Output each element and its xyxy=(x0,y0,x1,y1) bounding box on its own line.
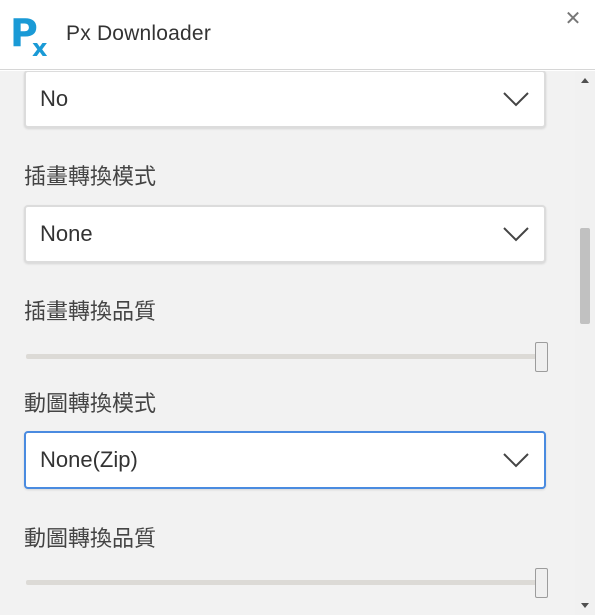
vertical-scrollbar[interactable] xyxy=(575,71,595,615)
svg-text:x: x xyxy=(32,34,48,58)
scroll-thumb[interactable] xyxy=(580,228,590,324)
slider-track xyxy=(26,580,540,585)
illust-mode-value: None xyxy=(40,221,93,246)
illust-mode-label: 插畫轉換模式 xyxy=(24,165,157,190)
top-select-value: No xyxy=(40,86,69,111)
scroll-up-arrow-icon[interactable] xyxy=(575,71,595,91)
chevron-down-icon xyxy=(503,453,529,468)
ugoira-mode-value: None(Zip) xyxy=(40,447,138,472)
illust-mode-select[interactable]: None xyxy=(24,205,546,263)
settings-panel: No 插畫轉換模式 None 插畫轉換品質 動圖轉換模式 None(Zip) 動… xyxy=(0,71,575,615)
chevron-down-icon xyxy=(503,92,529,107)
top-select[interactable]: No xyxy=(24,71,546,128)
app-title: Px Downloader xyxy=(66,22,212,45)
ugoira-mode-select[interactable]: None(Zip) xyxy=(24,431,546,489)
ugoira-quality-label: 動圖轉換品質 xyxy=(24,527,157,552)
illust-quality-label: 插畫轉換品質 xyxy=(24,300,157,325)
app-header: P x Px Downloader ✕ xyxy=(0,0,595,70)
ugoira-quality-slider[interactable] xyxy=(26,568,548,598)
slider-track xyxy=(26,354,540,359)
ugoira-mode-label: 動圖轉換模式 xyxy=(24,392,157,417)
illust-quality-slider[interactable] xyxy=(26,342,548,372)
chevron-down-icon xyxy=(503,227,529,242)
close-icon[interactable]: ✕ xyxy=(562,8,584,30)
slider-thumb[interactable] xyxy=(535,568,548,598)
px-logo: P x xyxy=(10,12,48,58)
slider-thumb[interactable] xyxy=(535,342,548,372)
scroll-down-arrow-icon[interactable] xyxy=(575,595,595,615)
